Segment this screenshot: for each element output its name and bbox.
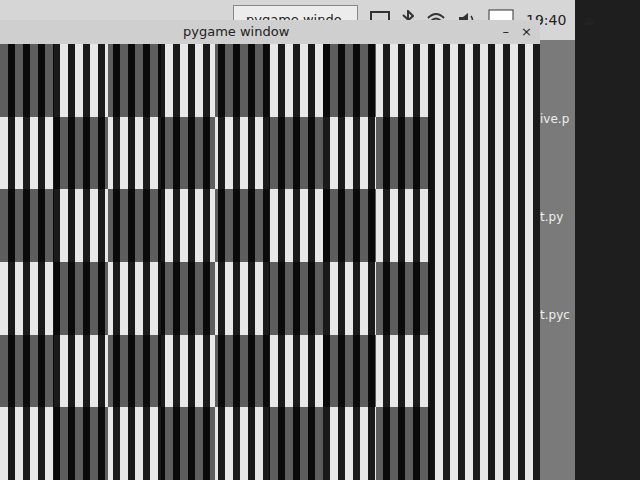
checker-cell	[0, 189, 54, 262]
checker-cell	[323, 335, 377, 408]
checker-cell	[215, 189, 269, 262]
checker-cell	[0, 335, 54, 408]
checker-cell	[269, 117, 323, 190]
title-bar[interactable]: pygame window – ×	[0, 20, 540, 44]
checker-cell	[323, 189, 377, 262]
checker-cell	[0, 117, 54, 190]
checker-cell	[161, 335, 215, 408]
checker-cell	[161, 262, 215, 335]
checker-cell	[376, 262, 430, 335]
checker-cell	[269, 407, 323, 480]
checker-cell	[161, 189, 215, 262]
checker-cell	[323, 44, 377, 117]
checkerboard	[0, 44, 430, 480]
checker-cell	[269, 262, 323, 335]
close-button[interactable]: ×	[521, 22, 532, 42]
checker-cell	[108, 262, 162, 335]
minimize-button[interactable]: –	[503, 22, 510, 42]
checker-cell	[215, 335, 269, 408]
desktop-file[interactable]: ive.p	[540, 110, 575, 128]
desktop-files: ive.p t.py t.pyc	[540, 110, 575, 324]
checker-cell	[376, 189, 430, 262]
checker-cell	[215, 262, 269, 335]
checker-cell	[323, 262, 377, 335]
checker-cell	[215, 44, 269, 117]
desktop-file[interactable]: t.pyc	[540, 306, 575, 324]
checker-cell	[54, 117, 108, 190]
checker-cell	[108, 407, 162, 480]
checker-cell	[108, 44, 162, 117]
checker-cell	[269, 189, 323, 262]
checker-cell	[161, 117, 215, 190]
checker-cell	[161, 407, 215, 480]
checker-cell	[0, 407, 54, 480]
checker-cell	[0, 44, 54, 117]
checker-cell	[54, 44, 108, 117]
desktop-file[interactable]: t.py	[540, 208, 575, 226]
checker-cell	[54, 189, 108, 262]
checker-cell	[215, 407, 269, 480]
checker-cell	[376, 117, 430, 190]
checker-cell	[0, 262, 54, 335]
stripe-area	[430, 44, 540, 480]
checker-cell	[323, 117, 377, 190]
checker-cell	[108, 117, 162, 190]
checker-cell	[54, 262, 108, 335]
checker-cell	[269, 335, 323, 408]
checker-cell	[269, 44, 323, 117]
checker-cell	[376, 407, 430, 480]
desktop: pygame windo 19:40 ⏏ ive.pt.pyt.pyc pyga…	[0, 0, 575, 480]
window-title: pygame window	[183, 22, 289, 42]
eject-icon[interactable]: ⏏	[578, 10, 599, 31]
checker-cell	[376, 335, 430, 408]
checker-cell	[323, 407, 377, 480]
checker-cell	[161, 44, 215, 117]
checker-cell	[54, 335, 108, 408]
checker-cell	[54, 407, 108, 480]
checker-cell	[376, 44, 430, 117]
checker-cell	[108, 335, 162, 408]
checker-cell	[215, 117, 269, 190]
checker-cell	[108, 189, 162, 262]
pygame-window[interactable]: pygame window – ×	[0, 20, 540, 480]
pattern-canvas	[0, 44, 540, 480]
